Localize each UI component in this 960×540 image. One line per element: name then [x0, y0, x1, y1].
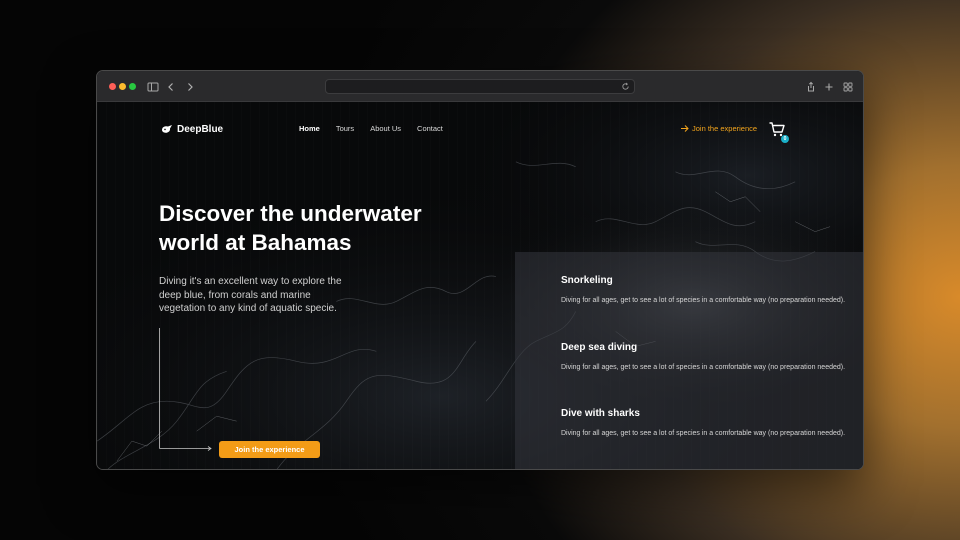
maximize-window-button[interactable]: [129, 83, 136, 90]
activity-card-snorkeling[interactable]: Snorkeling Diving for all ages, get to s…: [561, 275, 861, 306]
join-experience-button[interactable]: Join the experience: [219, 441, 320, 458]
nav-link-tours[interactable]: Tours: [336, 124, 354, 133]
nav-link-home[interactable]: Home: [299, 124, 320, 133]
arrow-right-icon: [681, 125, 689, 132]
activity-description: Diving for all ages, get to see a lot of…: [561, 364, 846, 371]
guide-line-decoration: [159, 328, 212, 451]
site-logo[interactable]: DeepBlue: [161, 122, 223, 136]
activity-description: Diving for all ages, get to see a lot of…: [561, 297, 846, 304]
activity-title: Snorkeling: [561, 275, 613, 286]
back-icon[interactable]: [164, 80, 178, 94]
activity-card-dive-with-sharks[interactable]: Dive with sharks Diving for all ages, ge…: [561, 408, 861, 439]
cart-count-badge: 0: [781, 135, 789, 143]
activity-title: Dive with sharks: [561, 408, 640, 419]
activity-title: Deep sea diving: [561, 342, 638, 353]
activity-card-deep-sea-diving[interactable]: Deep sea diving Diving for all ages, get…: [561, 342, 861, 373]
reload-icon[interactable]: [621, 82, 630, 91]
hero-title: Discover the underwater world at Bahamas: [159, 201, 422, 255]
tab-overview-icon[interactable]: [841, 80, 855, 94]
join-experience-label: Join the experience: [692, 124, 758, 133]
join-experience-link[interactable]: Join the experience: [680, 124, 757, 133]
activity-description: Diving for all ages, get to see a lot of…: [561, 430, 846, 437]
sidebar-toggle-icon[interactable]: [146, 80, 160, 94]
nav-links: Home Tours About Us Contact: [299, 124, 443, 133]
forward-icon[interactable]: [183, 80, 197, 94]
share-icon[interactable]: [804, 80, 818, 94]
close-window-button[interactable]: [109, 83, 116, 90]
nav-link-contact[interactable]: Contact: [417, 124, 443, 133]
logo-text: DeepBlue: [177, 123, 224, 135]
hero-description: Diving it's an excellent way to explore …: [159, 276, 342, 314]
webpage: DeepBlue Home Tours About Us Contact Joi…: [97, 102, 863, 469]
browser-titlebar: [97, 71, 863, 102]
logo-icon: [162, 125, 172, 133]
browser-window: DeepBlue Home Tours About Us Contact Joi…: [96, 70, 864, 470]
new-tab-icon[interactable]: [822, 80, 836, 94]
site-navbar: DeepBlue Home Tours About Us Contact Joi…: [97, 102, 863, 157]
minimize-window-button[interactable]: [119, 83, 126, 90]
nav-link-about[interactable]: About Us: [370, 124, 401, 133]
address-bar[interactable]: [325, 79, 635, 94]
